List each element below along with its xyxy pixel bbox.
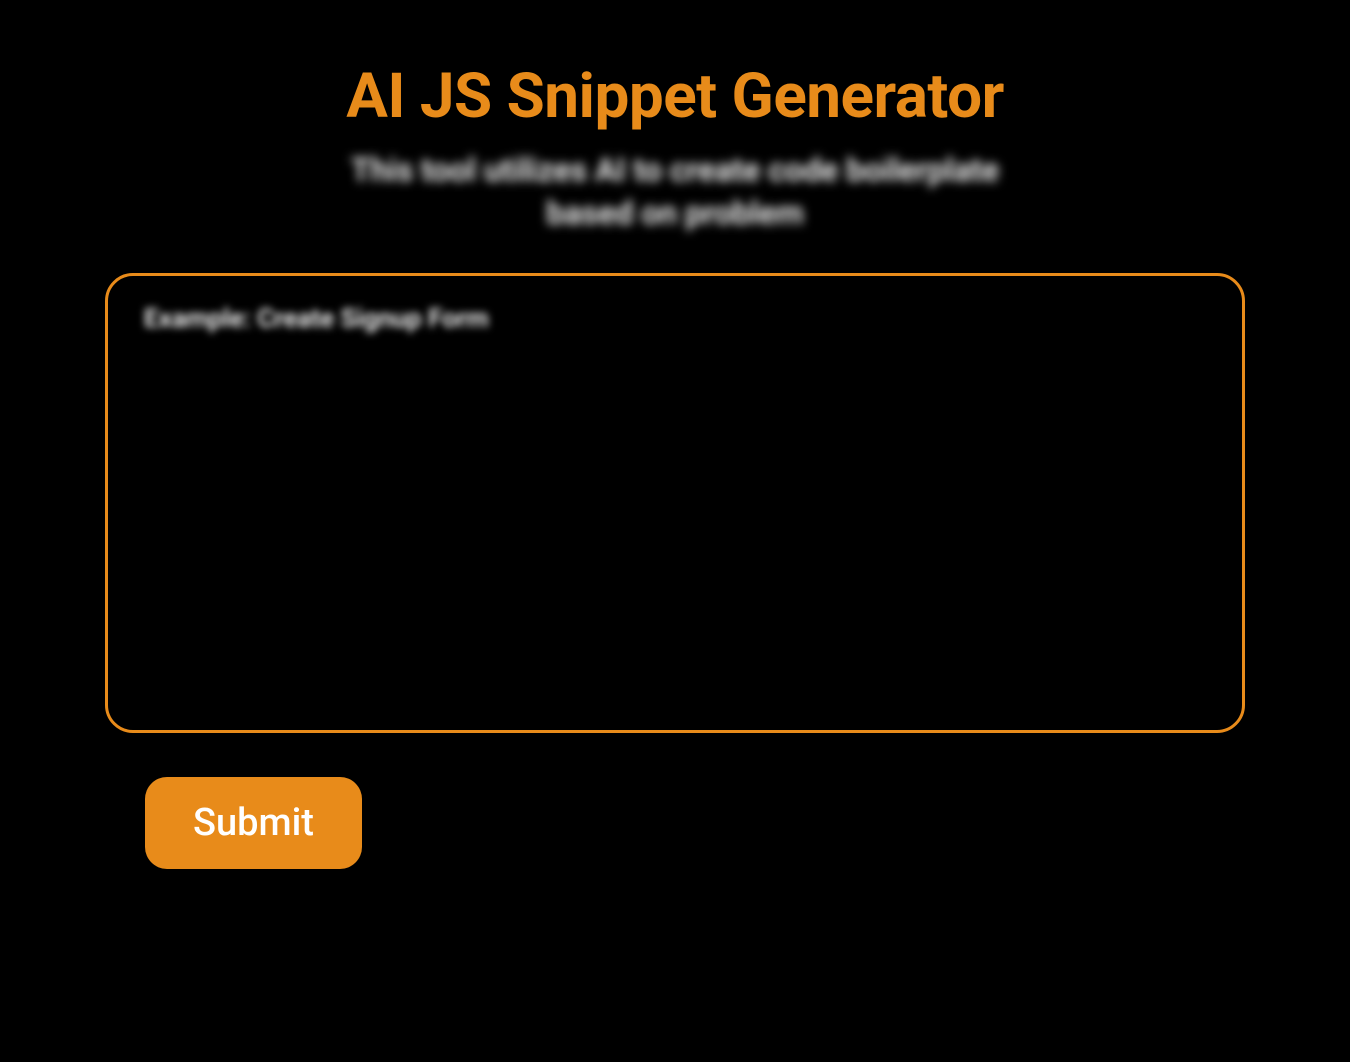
page-title: AI JS Snippet Generator <box>346 60 1004 133</box>
prompt-input[interactable] <box>105 273 1245 733</box>
page-subtitle: This tool utilizes AI to create code boi… <box>325 149 1025 235</box>
submit-button[interactable]: Submit <box>145 777 362 869</box>
